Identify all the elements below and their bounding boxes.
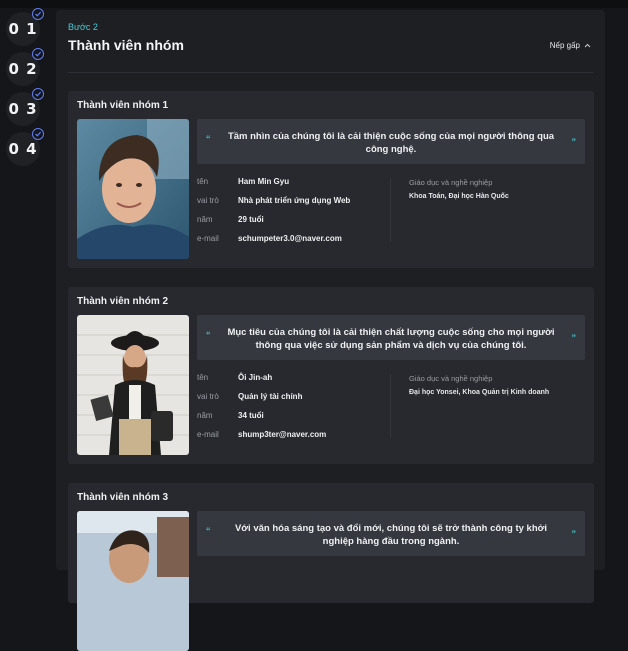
- member-card: Thành viên nhóm 2 “ Mục tiêu của chúng t…: [68, 287, 594, 464]
- team-members-panel: Bước 2 Thành viên nhóm Nếp gấp Thành viê…: [56, 10, 605, 651]
- collapse-button[interactable]: Nếp gấp: [550, 41, 591, 50]
- collapse-label: Nếp gấp: [549, 41, 580, 50]
- divider: [68, 72, 593, 73]
- name-label: tên: [197, 373, 209, 382]
- member-quote: “ Với văn hóa sáng tạo và đổi mới, chúng…: [197, 511, 585, 556]
- age-label: năm: [197, 215, 213, 224]
- chevron-up-icon: [584, 41, 591, 50]
- age-label: năm: [197, 411, 213, 420]
- email-value[interactable]: schumpeter3.0@naver.com: [238, 234, 342, 243]
- step-number: 0 4: [8, 140, 38, 158]
- member-quote: “ Tầm nhìn của chúng tôi là cải thiện cu…: [197, 119, 585, 164]
- email-row: e-mail shump3ter@naver.com: [197, 430, 397, 444]
- quote-close-icon: ”: [571, 137, 577, 147]
- age-row: năm 29 tuổi: [197, 215, 397, 229]
- step-number: 0 1: [8, 20, 38, 38]
- quote-close-icon: ”: [571, 529, 577, 539]
- email-row: e-mail schumpeter3.0@naver.com: [197, 234, 397, 248]
- quote-open-icon: “: [206, 134, 211, 144]
- age-row: năm 34 tuổi: [197, 411, 397, 425]
- education-label: Giáo dục và nghề nghiệp: [409, 178, 493, 187]
- quote-text: Tầm nhìn của chúng tôi là cải thiện cuộc…: [227, 131, 555, 155]
- step-2[interactable]: 0 2: [6, 48, 44, 86]
- name-row: tên Ôi Jin-ah: [197, 373, 397, 387]
- name-value: Ham Min Gyu: [238, 177, 290, 186]
- member-title: Thành viên nhóm 3: [77, 492, 169, 503]
- name-row: tên Ham Min Gyu: [197, 177, 397, 191]
- role-value: Nhà phát triển ứng dụng Web: [238, 196, 351, 205]
- role-row: vai trò Nhà phát triển ứng dụng Web: [197, 196, 397, 210]
- education-value: Khoa Toán, Đại học Hàn Quốc: [409, 193, 509, 200]
- member-photo: [77, 315, 189, 455]
- age-value: 29 tuổi: [238, 215, 264, 224]
- quote-open-icon: “: [206, 526, 211, 536]
- email-label: e-mail: [197, 430, 219, 439]
- role-row: vai trò Quản lý tài chính: [197, 392, 397, 406]
- role-value: Quản lý tài chính: [238, 392, 303, 401]
- member-photo: [77, 119, 189, 259]
- age-value: 34 tuổi: [238, 411, 264, 420]
- member-quote: “ Mục tiêu của chúng tôi là cải thiện ch…: [197, 315, 585, 360]
- member-title: Thành viên nhóm 1: [77, 100, 169, 111]
- step-number: 0 3: [8, 100, 38, 118]
- check-icon: [32, 48, 44, 60]
- member-title: Thành viên nhóm 2: [77, 296, 169, 307]
- step-4[interactable]: 0 4: [6, 128, 44, 166]
- info-divider: [390, 178, 391, 242]
- step-number: 0 2: [8, 60, 38, 78]
- member-card: Thành viên nhóm 1 “ Tầm nhìn của chúng t…: [68, 91, 594, 268]
- quote-close-icon: ”: [571, 333, 577, 343]
- check-icon: [32, 88, 44, 100]
- page-title: Thành viên nhóm: [68, 37, 184, 53]
- step-label: Bước 2: [68, 22, 98, 32]
- email-label: e-mail: [197, 234, 219, 243]
- role-label: vai trò: [197, 196, 219, 205]
- quote-open-icon: “: [206, 330, 211, 340]
- step-1[interactable]: 0 1: [6, 8, 44, 46]
- name-value: Ôi Jin-ah: [238, 373, 273, 382]
- education-label: Giáo dục và nghề nghiệp: [409, 374, 493, 383]
- name-label: tên: [197, 177, 209, 186]
- role-label: vai trò: [197, 392, 219, 401]
- member-card: Thành viên nhóm 3 “ Với văn hóa sáng tạo…: [68, 483, 594, 651]
- info-divider: [390, 374, 391, 438]
- email-value[interactable]: shump3ter@naver.com: [238, 430, 326, 439]
- step-3[interactable]: 0 3: [6, 88, 44, 126]
- top-bar: [0, 0, 628, 8]
- education-value: Đại học Yonsei, Khoa Quản trị Kinh doanh: [409, 389, 550, 396]
- check-icon: [32, 128, 44, 140]
- quote-text: Với văn hóa sáng tạo và đổi mới, chúng t…: [234, 523, 548, 547]
- member-photo: [77, 511, 189, 651]
- check-icon: [32, 8, 44, 20]
- quote-text: Mục tiêu của chúng tôi là cải thiện chất…: [227, 327, 555, 351]
